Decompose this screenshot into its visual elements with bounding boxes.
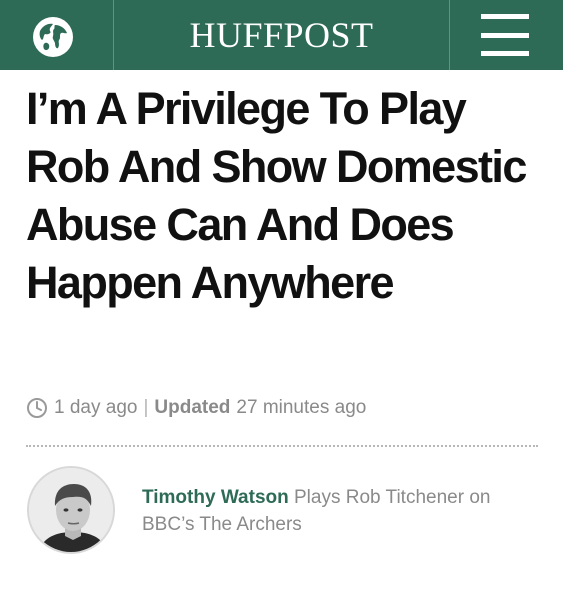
author-avatar[interactable] — [27, 466, 115, 554]
author-portrait-icon — [29, 468, 113, 552]
article-headline: I’m A Privilege To Play Rob And Show Dom… — [26, 83, 527, 308]
timestamp-separator: | — [143, 397, 149, 418]
header-divider-right — [449, 0, 450, 70]
article-timestamp: 1 day ago | Updated 27 minutes ago — [26, 394, 366, 422]
clock-icon — [27, 398, 47, 418]
hamburger-menu-icon-bar-3 — [481, 51, 529, 56]
dotted-divider — [26, 445, 538, 447]
author-byline: Timothy Watson Plays Rob Titchener on BB… — [142, 484, 537, 538]
menu-button[interactable] — [470, 12, 540, 58]
globe-icon — [33, 17, 73, 57]
huffpost-logo[interactable]: HUFFPOST — [114, 0, 449, 70]
updated-time: 27 minutes ago — [236, 397, 367, 418]
top-navigation-bar: HUFFPOST — [0, 0, 563, 70]
hamburger-menu-icon-bar-2 — [481, 32, 529, 38]
author-name-link[interactable]: Timothy Watson — [142, 487, 289, 508]
published-time: 1 day ago — [54, 397, 138, 418]
updated-label: Updated — [154, 397, 231, 418]
hamburger-menu-icon-bar-1 — [481, 14, 529, 19]
edition-selector-button[interactable] — [30, 14, 76, 60]
